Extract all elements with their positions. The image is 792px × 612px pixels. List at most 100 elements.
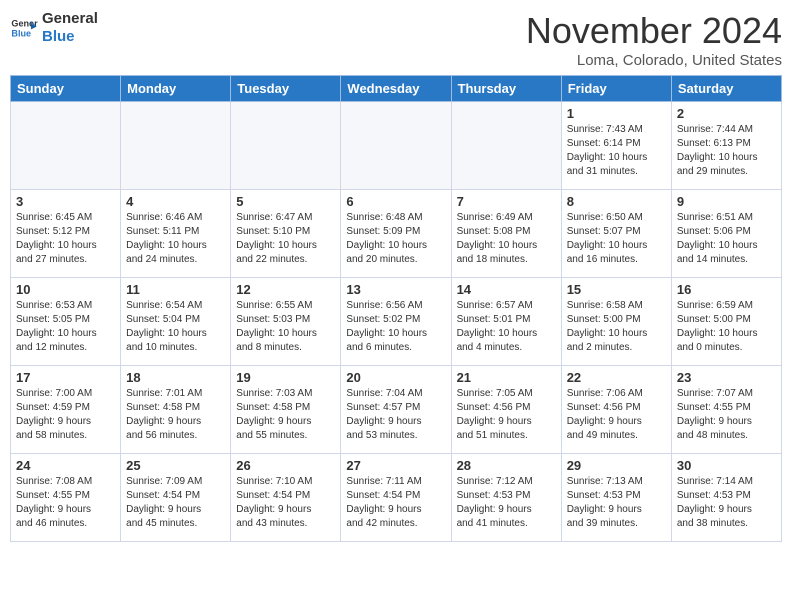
calendar-day-cell: 20 Sunrise: 7:04 AM Sunset: 4:57 PM Dayli… [341, 366, 451, 454]
day-number: 23 [677, 370, 776, 385]
calendar-day-cell: 6Sunrise: 6:48 AM Sunset: 5:09 PM Daylig… [341, 190, 451, 278]
day-info: Sunrise: 6:46 AM Sunset: 5:11 PM Dayligh… [126, 211, 225, 267]
calendar-week-row: 10Sunrise: 6:53 AM Sunset: 5:05 PM Dayli… [11, 278, 782, 366]
calendar-day-cell [121, 102, 231, 190]
day-info: Sunrise: 7:04 AM Sunset: 4:57 PM Dayligh… [346, 387, 445, 443]
calendar-week-row: 1 Sunrise: 7:43 AM Sunset: 6:14 PM Daylig… [11, 102, 782, 190]
day-info: Sunrise: 7:09 AM Sunset: 4:54 PM Dayligh… [126, 475, 225, 531]
weekday-header: Thursday [451, 76, 561, 102]
calendar-day-cell: 4 Sunrise: 6:46 AM Sunset: 5:11 PM Daylig… [121, 190, 231, 278]
logo-text-line1: General [42, 10, 98, 28]
day-number: 1 [567, 106, 666, 121]
day-info: Sunrise: 7:05 AM Sunset: 4:56 PM Dayligh… [457, 387, 556, 443]
calendar-subtitle: Loma, Colorado, United States [526, 52, 782, 69]
day-info: Sunrise: 7:12 AM Sunset: 4:53 PM Dayligh… [457, 475, 556, 531]
calendar-day-cell: 5 Sunrise: 6:47 AM Sunset: 5:10 PM Daylig… [231, 190, 341, 278]
day-number: 9 [677, 194, 776, 209]
calendar-week-row: 3Sunrise: 6:45 AM Sunset: 5:12 PM Daylig… [11, 190, 782, 278]
day-number: 21 [457, 370, 556, 385]
day-info: Sunrise: 6:48 AM Sunset: 5:09 PM Dayligh… [346, 211, 445, 267]
day-info: Sunrise: 6:50 AM Sunset: 5:07 PM Dayligh… [567, 211, 666, 267]
day-info: Sunrise: 7:10 AM Sunset: 4:54 PM Dayligh… [236, 475, 335, 531]
day-number: 28 [457, 458, 556, 473]
day-info: Sunrise: 6:51 AM Sunset: 5:06 PM Dayligh… [677, 211, 776, 267]
calendar-day-cell: 17 Sunrise: 7:00 AM Sunset: 4:59 PM Dayli… [11, 366, 121, 454]
calendar-day-cell: 29 Sunrise: 7:13 AM Sunset: 4:53 PM Dayli… [561, 454, 671, 542]
day-info: Sunrise: 7:14 AM Sunset: 4:53 PM Dayligh… [677, 475, 776, 531]
day-number: 17 [16, 370, 115, 385]
calendar-day-cell: 24 Sunrise: 7:08 AM Sunset: 4:55 PM Dayli… [11, 454, 121, 542]
calendar-day-cell: 21 Sunrise: 7:05 AM Sunset: 4:56 PM Dayli… [451, 366, 561, 454]
calendar-day-cell: 15 Sunrise: 6:58 AM Sunset: 5:00 PM Dayli… [561, 278, 671, 366]
calendar-day-cell [231, 102, 341, 190]
calendar-day-cell: 19Sunrise: 7:03 AM Sunset: 4:58 PM Dayli… [231, 366, 341, 454]
day-info: Sunrise: 7:01 AM Sunset: 4:58 PM Dayligh… [126, 387, 225, 443]
day-number: 8 [567, 194, 666, 209]
calendar-day-cell: 30 Sunrise: 7:14 AM Sunset: 4:53 PM Dayli… [671, 454, 781, 542]
logo-text-line2: Blue [42, 28, 98, 46]
weekday-header: Saturday [671, 76, 781, 102]
calendar-title: November 2024 [526, 10, 782, 52]
day-number: 4 [126, 194, 225, 209]
calendar-day-cell: 13 Sunrise: 6:56 AM Sunset: 5:02 PM Dayli… [341, 278, 451, 366]
day-info: Sunrise: 6:57 AM Sunset: 5:01 PM Dayligh… [457, 299, 556, 355]
calendar-day-cell: 9 Sunrise: 6:51 AM Sunset: 5:06 PM Daylig… [671, 190, 781, 278]
calendar-week-row: 17 Sunrise: 7:00 AM Sunset: 4:59 PM Dayli… [11, 366, 782, 454]
day-info: Sunrise: 6:58 AM Sunset: 5:00 PM Dayligh… [567, 299, 666, 355]
calendar-day-cell: 16Sunrise: 6:59 AM Sunset: 5:00 PM Dayli… [671, 278, 781, 366]
day-number: 14 [457, 282, 556, 297]
day-number: 7 [457, 194, 556, 209]
weekday-header: Friday [561, 76, 671, 102]
svg-text:Blue: Blue [11, 28, 31, 38]
calendar-day-cell: 14 Sunrise: 6:57 AM Sunset: 5:01 PM Dayli… [451, 278, 561, 366]
day-info: Sunrise: 7:11 AM Sunset: 4:54 PM Dayligh… [346, 475, 445, 531]
day-info: Sunrise: 6:47 AM Sunset: 5:10 PM Dayligh… [236, 211, 335, 267]
day-info: Sunrise: 7:13 AM Sunset: 4:53 PM Dayligh… [567, 475, 666, 531]
calendar-day-cell: 12Sunrise: 6:55 AM Sunset: 5:03 PM Dayli… [231, 278, 341, 366]
day-info: Sunrise: 7:06 AM Sunset: 4:56 PM Dayligh… [567, 387, 666, 443]
calendar-day-cell: 10Sunrise: 6:53 AM Sunset: 5:05 PM Dayli… [11, 278, 121, 366]
title-section: November 2024 Loma, Colorado, United Sta… [526, 10, 782, 69]
calendar-day-cell: 27 Sunrise: 7:11 AM Sunset: 4:54 PM Dayli… [341, 454, 451, 542]
calendar-table: SundayMondayTuesdayWednesdayThursdayFrid… [10, 75, 782, 542]
day-number: 19 [236, 370, 335, 385]
day-number: 18 [126, 370, 225, 385]
day-info: Sunrise: 6:49 AM Sunset: 5:08 PM Dayligh… [457, 211, 556, 267]
day-number: 29 [567, 458, 666, 473]
logo-icon: General Blue [10, 14, 38, 42]
calendar-day-cell: 2Sunrise: 7:44 AM Sunset: 6:13 PM Daylig… [671, 102, 781, 190]
calendar-day-cell: 23Sunrise: 7:07 AM Sunset: 4:55 PM Dayli… [671, 366, 781, 454]
weekday-header: Wednesday [341, 76, 451, 102]
day-number: 25 [126, 458, 225, 473]
day-info: Sunrise: 6:54 AM Sunset: 5:04 PM Dayligh… [126, 299, 225, 355]
calendar-day-cell [11, 102, 121, 190]
logo: General Blue General Blue [10, 10, 98, 46]
day-info: Sunrise: 7:43 AM Sunset: 6:14 PM Dayligh… [567, 123, 666, 179]
day-number: 20 [346, 370, 445, 385]
day-info: Sunrise: 6:45 AM Sunset: 5:12 PM Dayligh… [16, 211, 115, 267]
day-number: 5 [236, 194, 335, 209]
day-number: 2 [677, 106, 776, 121]
day-number: 24 [16, 458, 115, 473]
calendar-day-cell: 25 Sunrise: 7:09 AM Sunset: 4:54 PM Dayli… [121, 454, 231, 542]
weekday-header: Monday [121, 76, 231, 102]
calendar-header-row: SundayMondayTuesdayWednesdayThursdayFrid… [11, 76, 782, 102]
calendar-day-cell: 1 Sunrise: 7:43 AM Sunset: 6:14 PM Daylig… [561, 102, 671, 190]
day-number: 27 [346, 458, 445, 473]
day-number: 22 [567, 370, 666, 385]
day-info: Sunrise: 6:53 AM Sunset: 5:05 PM Dayligh… [16, 299, 115, 355]
calendar-day-cell: 7 Sunrise: 6:49 AM Sunset: 5:08 PM Daylig… [451, 190, 561, 278]
day-number: 30 [677, 458, 776, 473]
calendar-day-cell: 3Sunrise: 6:45 AM Sunset: 5:12 PM Daylig… [11, 190, 121, 278]
day-info: Sunrise: 7:08 AM Sunset: 4:55 PM Dayligh… [16, 475, 115, 531]
day-number: 15 [567, 282, 666, 297]
day-number: 11 [126, 282, 225, 297]
weekday-header: Tuesday [231, 76, 341, 102]
day-info: Sunrise: 6:55 AM Sunset: 5:03 PM Dayligh… [236, 299, 335, 355]
calendar-day-cell: 22 Sunrise: 7:06 AM Sunset: 4:56 PM Dayli… [561, 366, 671, 454]
calendar-day-cell: 28 Sunrise: 7:12 AM Sunset: 4:53 PM Dayli… [451, 454, 561, 542]
day-info: Sunrise: 6:59 AM Sunset: 5:00 PM Dayligh… [677, 299, 776, 355]
day-number: 13 [346, 282, 445, 297]
day-info: Sunrise: 7:00 AM Sunset: 4:59 PM Dayligh… [16, 387, 115, 443]
day-info: Sunrise: 6:56 AM Sunset: 5:02 PM Dayligh… [346, 299, 445, 355]
